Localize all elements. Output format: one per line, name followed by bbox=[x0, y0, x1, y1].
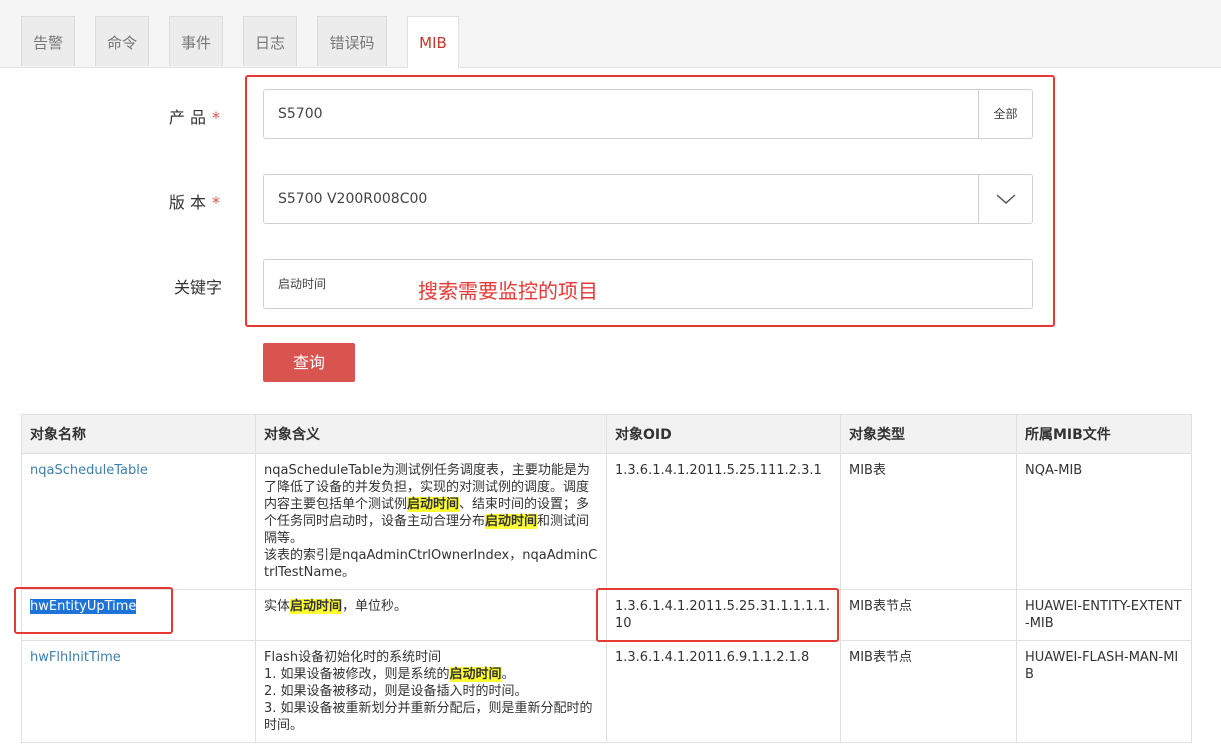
object-oid: 1.3.6.1.4.1.2011.6.9.1.1.2.1.8 bbox=[606, 640, 841, 743]
table-row: hwFlhInitTime Flash设备初始化时的系统时间 1. 如果设备被修改… bbox=[21, 640, 1192, 743]
keyword-label: 关键字 bbox=[173, 278, 222, 297]
object-mib-file: HUAWEI-FLASH-MAN-MIB bbox=[1016, 640, 1192, 743]
object-type: MIB表 bbox=[840, 453, 1017, 590]
object-meaning: nqaScheduleTable为测试例任务调度表，主要功能是为了降低了设备的并… bbox=[255, 453, 607, 590]
product-label: 产 品 * bbox=[168, 108, 220, 127]
annotation-box-oid bbox=[596, 588, 839, 642]
tab-mib[interactable]: MIB bbox=[407, 16, 459, 68]
tab-log[interactable]: 日志 bbox=[243, 16, 297, 66]
object-type: MIB表节点 bbox=[840, 589, 1017, 641]
object-name-link[interactable]: hwFlhInitTime bbox=[30, 650, 121, 665]
header-name: 对象名称 bbox=[21, 414, 256, 454]
required-mark: * bbox=[212, 193, 220, 212]
table-row: nqaScheduleTable nqaScheduleTable为测试例任务调… bbox=[21, 453, 1192, 590]
required-mark: * bbox=[212, 108, 220, 127]
header-mib-file: 所属MIB文件 bbox=[1016, 414, 1192, 454]
object-mib-file: NQA-MIB bbox=[1016, 453, 1192, 590]
header-meaning: 对象含义 bbox=[255, 414, 607, 454]
results-table: 对象名称 对象含义 对象OID 对象类型 所属MIB文件 nqaSchedule… bbox=[21, 414, 1192, 743]
tab-command[interactable]: 命令 bbox=[95, 16, 149, 66]
tab-event[interactable]: 事件 bbox=[169, 16, 223, 66]
object-meaning: Flash设备初始化时的系统时间 1. 如果设备被修改，则是系统的启动时间。 2. … bbox=[255, 640, 607, 743]
annotation-box-name bbox=[14, 587, 173, 634]
object-meaning: 实体启动时间，单位秒。 bbox=[255, 589, 607, 641]
query-button[interactable]: 查询 bbox=[263, 343, 355, 382]
object-mib-file: HUAWEI-ENTITY-EXTENT-MIB bbox=[1016, 589, 1192, 641]
object-oid: 1.3.6.1.4.1.2011.5.25.111.2.3.1 bbox=[606, 453, 841, 590]
object-name-link[interactable]: nqaScheduleTable bbox=[30, 463, 148, 478]
tab-alarm[interactable]: 告警 bbox=[21, 16, 75, 66]
header-oid: 对象OID bbox=[606, 414, 841, 454]
annotation-box-form bbox=[245, 75, 1055, 327]
header-type: 对象类型 bbox=[840, 414, 1017, 454]
table-header-row: 对象名称 对象含义 对象OID 对象类型 所属MIB文件 bbox=[21, 414, 1192, 454]
object-type: MIB表节点 bbox=[840, 640, 1017, 743]
tab-bar: 告警 命令 事件 日志 错误码 MIB bbox=[0, 0, 1221, 68]
version-label: 版 本 * bbox=[168, 193, 220, 212]
tab-error-code[interactable]: 错误码 bbox=[317, 16, 387, 66]
